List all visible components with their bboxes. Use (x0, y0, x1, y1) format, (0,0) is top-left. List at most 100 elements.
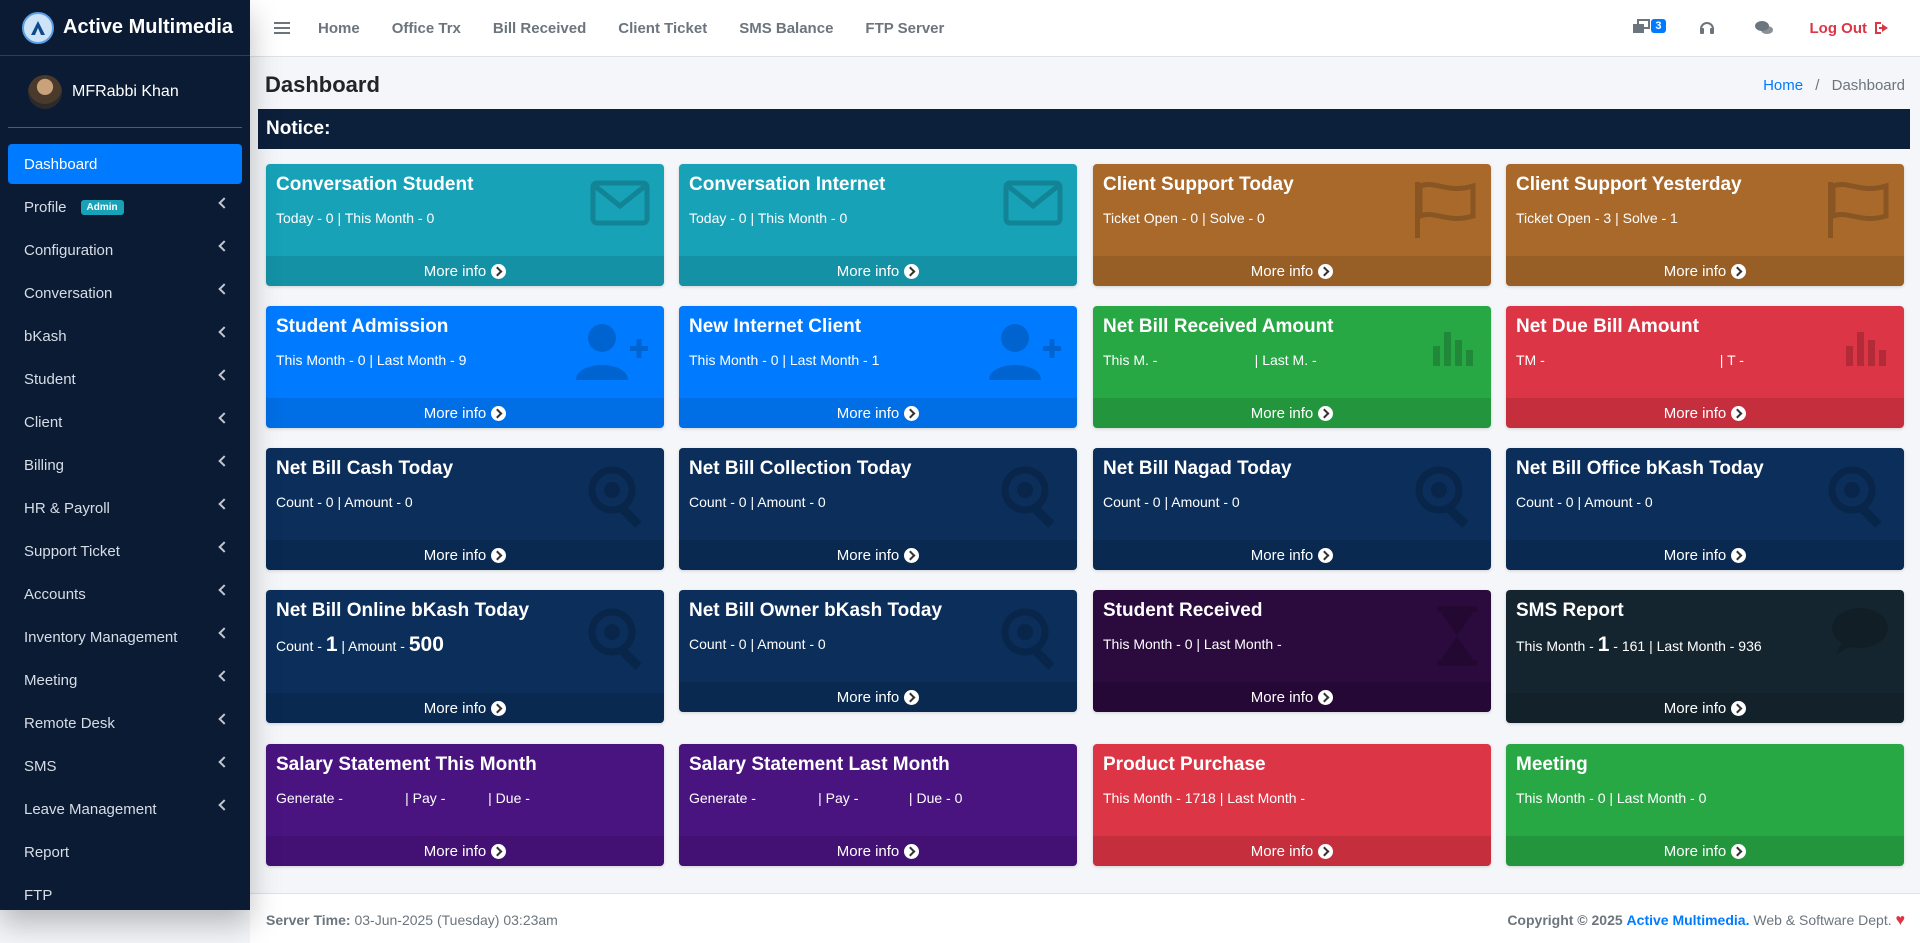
more-info-link[interactable]: More info (266, 256, 664, 286)
more-info-link[interactable]: More info (679, 398, 1077, 428)
top-navbar: Home Office Trx Bill Received Client Tic… (250, 0, 1920, 57)
more-info-link[interactable]: More info (1506, 693, 1904, 723)
sidebar-item-client[interactable]: Client (8, 402, 242, 442)
topnav-client-ticket[interactable]: Client Ticket (618, 20, 707, 37)
topnav-bill-received[interactable]: Bill Received (493, 20, 586, 37)
card-sms-report: SMS Report This Month - 1 - 161 | Last Mo… (1506, 590, 1904, 723)
card-salary-statement-last-month: Salary Statement Last Month Generate - | … (679, 744, 1077, 866)
sidebar-item-remote-desk[interactable]: Remote Desk (8, 703, 242, 743)
sidebar-item-hr-and-payroll[interactable]: HR & Payroll (8, 488, 242, 528)
sidebar-item-label: FTP (24, 886, 53, 904)
card-stats: Count - 0 | Amount - 0 (689, 636, 826, 652)
more-info-label: More info (423, 699, 487, 717)
topnav-office-trx[interactable]: Office Trx (392, 20, 461, 37)
card-client-support-today: Client Support Today Ticket Open - 0 | So… (1093, 164, 1491, 286)
copyright-suffix: Web & Software Dept. (1753, 912, 1892, 928)
more-info-link[interactable]: More info (1093, 836, 1491, 866)
headset-icon[interactable] (1698, 19, 1720, 37)
arrow-circle-right-icon (904, 405, 920, 421)
notifications-icon[interactable]: 3 (1632, 19, 1666, 37)
sidebar-item-ftp[interactable]: FTP (8, 875, 242, 910)
sidebar-item-student[interactable]: Student (8, 359, 242, 399)
logout-label: Log Out (1809, 19, 1867, 37)
brand[interactable]: Active Multimedia (0, 0, 250, 56)
more-info-label: More info (836, 688, 900, 706)
search-icon (1826, 464, 1890, 533)
breadcrumb-current: Dashboard (1831, 77, 1905, 94)
more-info-link[interactable]: More info (1506, 398, 1904, 428)
sidebar-item-dashboard[interactable]: Dashboard (8, 144, 242, 184)
more-info-link[interactable]: More info (266, 540, 664, 570)
card-title: Salary Statement This Month (276, 754, 537, 775)
card-product-purchase: Product Purchase This Month - 1718 | Last… (1093, 744, 1491, 866)
sidebar-item-report[interactable]: Report (8, 832, 242, 872)
more-info-link[interactable]: More info (1506, 836, 1904, 866)
sidebar-item-meeting[interactable]: Meeting (8, 660, 242, 700)
more-info-label: More info (836, 262, 900, 280)
sidebar-item-configuration[interactable]: Configuration (8, 230, 242, 270)
sidebar-item-profile[interactable]: Profile Admin (8, 187, 242, 227)
server-time: Server Time: 03-Jun-2025 (Tuesday) 03:23… (266, 912, 558, 928)
more-info-link[interactable]: More info (679, 682, 1077, 712)
card-stats: Count - 0 | Amount - 0 (276, 494, 413, 510)
more-info-link[interactable]: More info (1506, 540, 1904, 570)
sidebar-item-label: Report (24, 843, 70, 861)
arrow-circle-right-icon (491, 700, 507, 716)
chevron-left-icon (218, 412, 230, 424)
logout-button[interactable]: Log Out (1810, 20, 1890, 37)
sidebar-item-bkash[interactable]: bKash (8, 316, 242, 356)
card-stats: Today - 0 | This Month - 0 (276, 210, 435, 226)
sidebar-item-conversation[interactable]: Conversation (8, 273, 242, 313)
chevron-left-icon (218, 670, 230, 682)
card-salary-statement-this-month: Salary Statement This Month Generate - | … (266, 744, 664, 866)
topnav-ftp-server[interactable]: FTP Server (865, 20, 944, 37)
search-icon (1413, 464, 1477, 533)
menu-toggle-icon[interactable] (274, 22, 290, 34)
more-info-link[interactable]: More info (1093, 682, 1491, 712)
card-stats: Count - 0 | Amount - 0 (1516, 494, 1653, 510)
card-meeting: Meeting This Month - 0 | Last Month - 0 Mo… (1506, 744, 1904, 866)
search-icon (586, 464, 650, 533)
sidebar-item-leave-management[interactable]: Leave Management (8, 789, 242, 829)
more-info-label: More info (1663, 842, 1727, 860)
more-info-link[interactable]: More info (679, 836, 1077, 866)
card-title: Net Bill Owner bKash Today (689, 600, 943, 621)
arrow-circle-right-icon (1318, 405, 1334, 421)
more-info-link[interactable]: More info (1506, 256, 1904, 286)
chevron-left-icon (218, 455, 230, 467)
more-info-link[interactable]: More info (1093, 256, 1491, 286)
more-info-label: More info (423, 546, 487, 564)
arrow-circle-right-icon (904, 843, 920, 859)
user-panel[interactable]: MFRabbi Khan (8, 56, 242, 128)
copyright-brand-link[interactable]: Active Multimedia. (1627, 912, 1750, 928)
card-title: Client Support Today (1103, 174, 1294, 195)
topnav-sms-balance[interactable]: SMS Balance (739, 20, 833, 37)
footer: Server Time: 03-Jun-2025 (Tuesday) 03:23… (250, 893, 1920, 943)
sidebar-item-inventory-management[interactable]: Inventory Management (8, 617, 242, 657)
more-info-label: More info (423, 842, 487, 860)
more-info-link[interactable]: More info (266, 398, 664, 428)
sidebar-item-billing[interactable]: Billing (8, 445, 242, 485)
card-new-internet-client: New Internet Client This Month - 0 | Last… (679, 306, 1077, 428)
topnav-home[interactable]: Home (318, 20, 360, 37)
more-info-link[interactable]: More info (679, 256, 1077, 286)
more-info-link[interactable]: More info (679, 540, 1077, 570)
chevron-left-icon (218, 197, 230, 209)
sidebar-item-accounts[interactable]: Accounts (8, 574, 242, 614)
more-info-link[interactable]: More info (1093, 540, 1491, 570)
more-info-link[interactable]: More info (1093, 398, 1491, 428)
card-net-bill-cash-today: Net Bill Cash Today Count - 0 | Amount - … (266, 448, 664, 570)
user-plus-icon (987, 322, 1063, 387)
bar-chart-icon (1844, 322, 1890, 373)
more-info-link[interactable]: More info (266, 693, 664, 723)
card-net-due-bill-amount: Net Due Bill Amount TM - | T - More info (1506, 306, 1904, 428)
more-info-link[interactable]: More info (266, 836, 664, 866)
sidebar-item-sms[interactable]: SMS (8, 746, 242, 786)
chat-icon[interactable] (1754, 19, 1776, 37)
sidebar-item-support-ticket[interactable]: Support Ticket (8, 531, 242, 571)
more-info-label: More info (1250, 262, 1314, 280)
more-info-label: More info (1250, 404, 1314, 422)
arrow-circle-right-icon (1731, 700, 1747, 716)
breadcrumb-home[interactable]: Home (1763, 77, 1803, 94)
card-stats: Ticket Open - 3 | Solve - 1 (1516, 210, 1678, 226)
